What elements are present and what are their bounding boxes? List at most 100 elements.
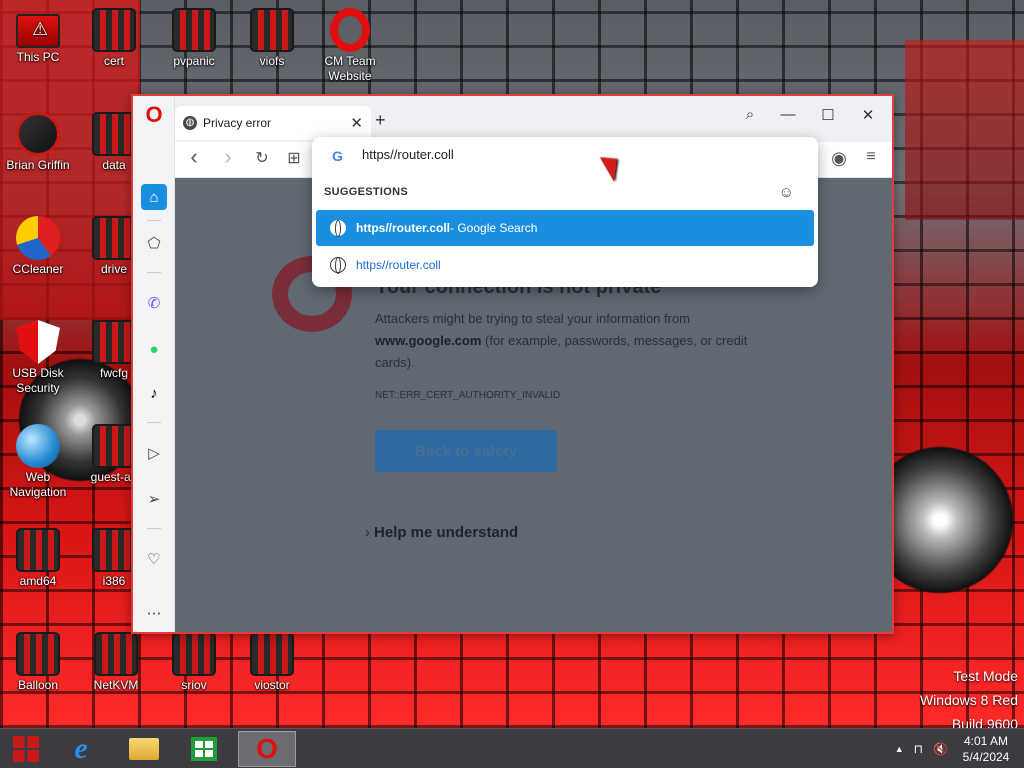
desktop-icon-netkvm[interactable]: NetKVM (78, 632, 154, 693)
suggestion-url[interactable]: https//router.coll (316, 247, 814, 283)
desktop-icon-web-navigation[interactable]: Web Navigation (0, 424, 76, 500)
watermark-line: Test Mode (953, 668, 1018, 684)
cert-folder-icon (92, 8, 136, 52)
opera-menu-icon[interactable]: O (141, 102, 167, 128)
internet-explorer-icon: e (74, 732, 88, 765)
clock-date: 5/4/2024 (962, 750, 1010, 764)
back-button[interactable]: ‹ (183, 144, 205, 170)
close-window-button[interactable]: ✕ (856, 106, 880, 124)
test-mode-watermark: Test Mode Windows 8 Red Build 9600 (920, 664, 1018, 728)
account-icon[interactable]: ◉ (828, 148, 850, 169)
desktop-icon-label: sriov (181, 678, 207, 692)
desktop-icon-label: CM Team Website (324, 54, 376, 83)
minimize-button[interactable]: — (776, 106, 800, 123)
tab-title: Privacy error (203, 116, 272, 130)
error-description: Attackers might be trying to steal your … (375, 308, 775, 374)
desktop-icon-amd64[interactable]: amd64 (0, 528, 76, 589)
desktop-icon-viostor[interactable]: viostor (234, 632, 310, 693)
desktop-icon-label: CCleaner (12, 262, 64, 276)
suggestion-suffix: - Google Search (450, 221, 538, 235)
desktop-icon-balloon[interactable]: Balloon (0, 632, 76, 693)
error-code: NET::ERR_CERT_AUTHORITY_INVALID (375, 390, 561, 401)
start-button[interactable] (0, 731, 52, 767)
desktop-icon-this-pc[interactable]: ⚠ This PC (0, 8, 76, 65)
clock[interactable]: 4:01 AM 5/4/2024 (958, 733, 1014, 765)
smiley-icon[interactable]: ☺ (779, 184, 794, 201)
home-icon[interactable]: ⌂ (141, 184, 167, 210)
forward-button[interactable]: › (217, 144, 239, 170)
desktop-icon-sriov[interactable]: sriov (156, 632, 232, 693)
drive-folder-icon (92, 216, 136, 260)
desktop-icon-label: amd64 (19, 574, 57, 588)
desktop-icon-label: USB Disk Security (12, 366, 64, 395)
tiles-icon[interactable]: ⊞ (283, 148, 305, 168)
google-icon: G (332, 148, 343, 164)
desktop-icon-pvpanic[interactable]: pvpanic (156, 8, 232, 69)
desktop-icon-label: Web Navigation (9, 470, 67, 499)
desktop-icon-brian-griffin[interactable]: Brian Griffin (0, 112, 76, 173)
desktop-icon-label: Brian Griffin (6, 158, 70, 172)
whatsapp-icon[interactable]: ● (141, 336, 167, 362)
desktop-icon-label: Balloon (17, 678, 59, 692)
suggestions-label: SUGGESTIONS (324, 186, 408, 198)
address-bar-dropdown: G https//router.coll SUGGESTIONS ☺ https… (312, 137, 818, 287)
balloon-folder-icon (16, 632, 60, 676)
easy-setup-icon[interactable]: ≡ (860, 148, 882, 166)
sidebar-divider (147, 220, 161, 221)
opera-taskbar-button[interactable]: O (238, 731, 296, 767)
amd64-folder-icon (16, 528, 60, 572)
fwcfg-folder-icon (92, 320, 136, 364)
desktop-icon-cert[interactable]: cert (76, 8, 152, 69)
send-icon[interactable]: ➢ (141, 486, 167, 512)
system-tray: ▲ ⊓ 🔇 4:01 AM 5/4/2024 (895, 729, 1014, 768)
file-explorer-button[interactable] (118, 731, 170, 767)
guest-agent-folder-icon (92, 424, 136, 468)
bookmarks-icon[interactable]: ⬠ (141, 230, 167, 256)
desktop-icon-cm-team-website[interactable]: CM Team Website (312, 8, 388, 84)
desktop-icon-ccleaner[interactable]: CCleaner (0, 216, 76, 277)
store-button[interactable] (178, 731, 230, 767)
clock-time: 4:01 AM (963, 734, 1009, 748)
close-tab-icon[interactable]: ✕ (350, 114, 363, 132)
network-icon[interactable]: ⊓ (914, 742, 923, 756)
back-to-safety-button[interactable]: Back to safety (375, 430, 557, 472)
suggestion-google-search[interactable]: https//router.coll - Google Search (316, 210, 814, 246)
viostor-folder-icon (250, 632, 294, 676)
new-tab-button[interactable]: + (375, 110, 386, 131)
browser-sidebar: O ⌂ ⬠ ✆ ● ♪ ▷ ➢ ♡ ⋯ (133, 96, 175, 632)
watermark-line: Build 9600 (951, 716, 1018, 728)
reload-button[interactable]: ↻ (251, 148, 273, 168)
show-hidden-icons-icon[interactable]: ▲ (895, 744, 904, 754)
desktop-icon-viofs[interactable]: viofs (234, 8, 310, 69)
desktop-icon-label: cert (103, 54, 124, 68)
player-icon[interactable]: ▷ (141, 440, 167, 466)
suggestion-query: https//router.coll (356, 221, 451, 235)
watermark-line: Windows 8 Red (919, 692, 1018, 708)
messenger-icon[interactable]: ✆ (141, 290, 167, 316)
heart-icon[interactable]: ♡ (141, 546, 167, 572)
desktop-icon-label: NetKVM (93, 678, 139, 692)
desktop-icon-label: viofs (259, 54, 285, 68)
chevron-right-icon: › (365, 524, 370, 541)
internet-explorer-button[interactable]: e (55, 731, 107, 767)
tab-privacy-error[interactable]: ◍ Privacy error ✕ (175, 106, 371, 140)
tab-strip: ◍ Privacy error ✕ + ⌕ — ☐ ✕ (175, 96, 892, 142)
volume-muted-icon[interactable]: 🔇 (933, 742, 948, 756)
search-tabs-icon[interactable]: ⌕ (738, 106, 762, 123)
help-me-understand-link[interactable]: › Help me understand (365, 524, 518, 541)
desktop-icon-label: viostor (254, 678, 290, 692)
more-options-icon[interactable]: ⋯ (141, 600, 167, 626)
sriov-folder-icon (172, 632, 216, 676)
taskbar: e O ▲ ⊓ 🔇 4:01 AM 5/4/2024 (0, 728, 1024, 768)
sidebar-divider (147, 422, 161, 423)
maximize-button[interactable]: ☐ (816, 106, 840, 124)
desktop-icon-usb-disk-security[interactable]: USB Disk Security (0, 320, 76, 396)
pvpanic-folder-icon (172, 8, 216, 52)
ccleaner-icon (16, 216, 60, 260)
address-input[interactable]: https//router.coll (362, 147, 454, 162)
globe-icon (330, 257, 346, 274)
help-link-label: Help me understand (374, 524, 519, 541)
tiktok-icon[interactable]: ♪ (141, 380, 167, 406)
i386-folder-icon (92, 528, 136, 572)
web-navigation-icon (16, 424, 60, 468)
